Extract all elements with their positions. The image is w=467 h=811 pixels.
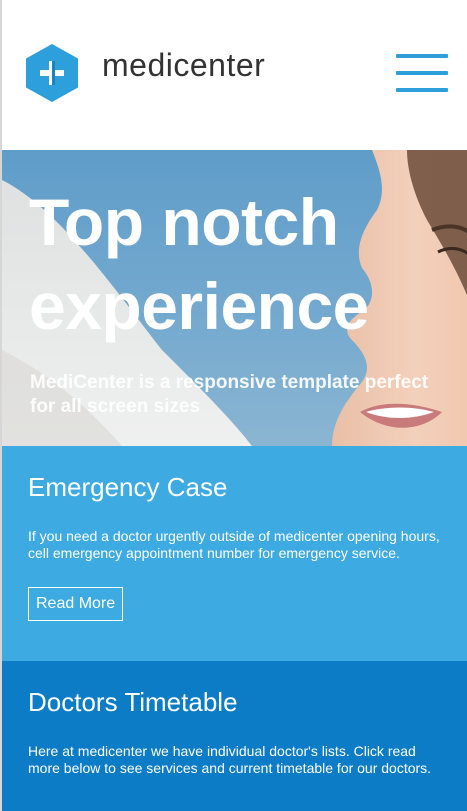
doctors-timetable-panel: Doctors Timetable Here at medicenter we … [2, 661, 467, 811]
doctors-timetable-text: Here at medicenter we have individual do… [28, 743, 432, 776]
site-header: medicenter [2, 0, 467, 150]
hero-title-line1: Top notch [29, 185, 339, 259]
doctors-timetable-title: Doctors Timetable [28, 687, 238, 717]
emergency-case-text: If you need a doctor urgently outside of… [28, 528, 440, 561]
hero-title-line2: experience [29, 269, 369, 343]
brand-name[interactable]: medicenter [102, 47, 265, 84]
emergency-case-panel: Emergency Case If you need a doctor urge… [2, 446, 467, 661]
read-more-button[interactable]: Read More [28, 587, 124, 621]
hero-title: Top notch experience [29, 180, 449, 348]
logo-icon[interactable] [26, 44, 78, 102]
hamburger-menu-icon[interactable] [396, 54, 448, 96]
page: medicenter Top notch experience MediCent… [0, 0, 467, 811]
hero-subtitle: MediCenter is a responsive template perf… [30, 372, 429, 417]
hero-banner: Top notch experience MediCenter is a res… [2, 150, 467, 446]
emergency-case-title: Emergency Case [28, 472, 228, 502]
